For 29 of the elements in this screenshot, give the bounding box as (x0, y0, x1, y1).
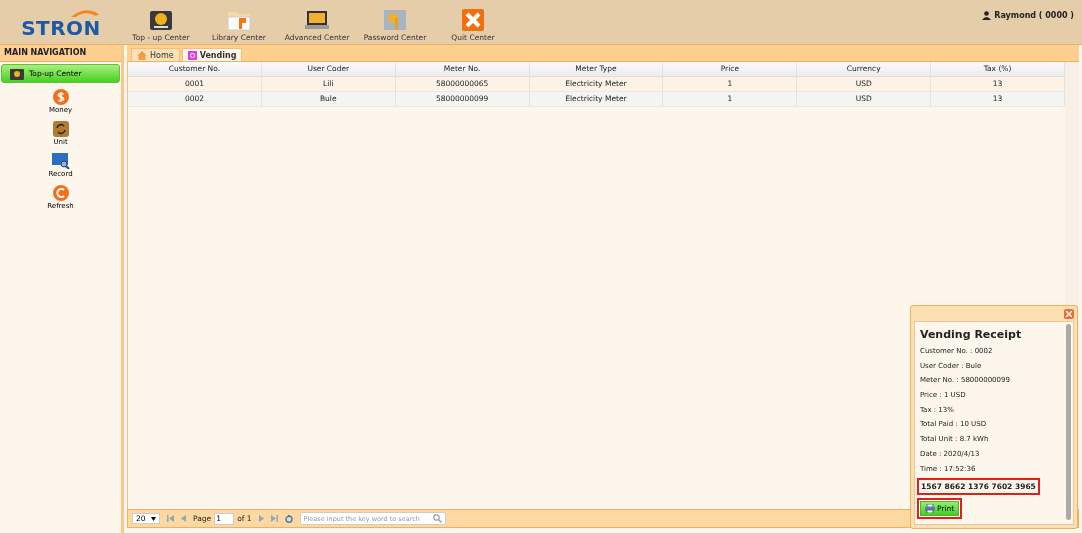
dollar-icon (52, 89, 69, 105)
user-name: Raymond ( 0000 ) (994, 11, 1074, 20)
wallet-icon (149, 8, 173, 31)
tab[interactable]: Home (131, 48, 180, 61)
last-page-icon[interactable] (270, 515, 278, 522)
scrollbar[interactable] (1066, 324, 1071, 520)
caret-icon (151, 516, 156, 521)
wallet-icon (10, 67, 24, 80)
receipt-title: Vending Receipt (920, 328, 1022, 341)
close-icon (1066, 310, 1072, 317)
refresh-icon (52, 185, 69, 201)
vending-icon (187, 50, 197, 60)
first-page-icon[interactable] (167, 515, 174, 522)
previous-page-icon[interactable] (181, 515, 186, 522)
printer-icon (925, 504, 935, 514)
tab[interactable]: Vending (181, 48, 243, 61)
close-icon (461, 8, 485, 31)
refresh-icon[interactable] (284, 514, 293, 523)
logo-arc-icon (70, 9, 100, 17)
laptop-icon (305, 8, 329, 31)
home-icon (137, 50, 147, 60)
logo: STRON (21, 17, 101, 39)
monitor-icon (51, 153, 70, 169)
next-page-icon[interactable] (258, 515, 264, 522)
exchange-icon (52, 121, 69, 137)
search-icon (432, 514, 442, 523)
close-button[interactable] (1064, 308, 1074, 319)
sidebar-title: MAIN NAVIGATION (0, 45, 121, 62)
user-icon (982, 11, 992, 20)
